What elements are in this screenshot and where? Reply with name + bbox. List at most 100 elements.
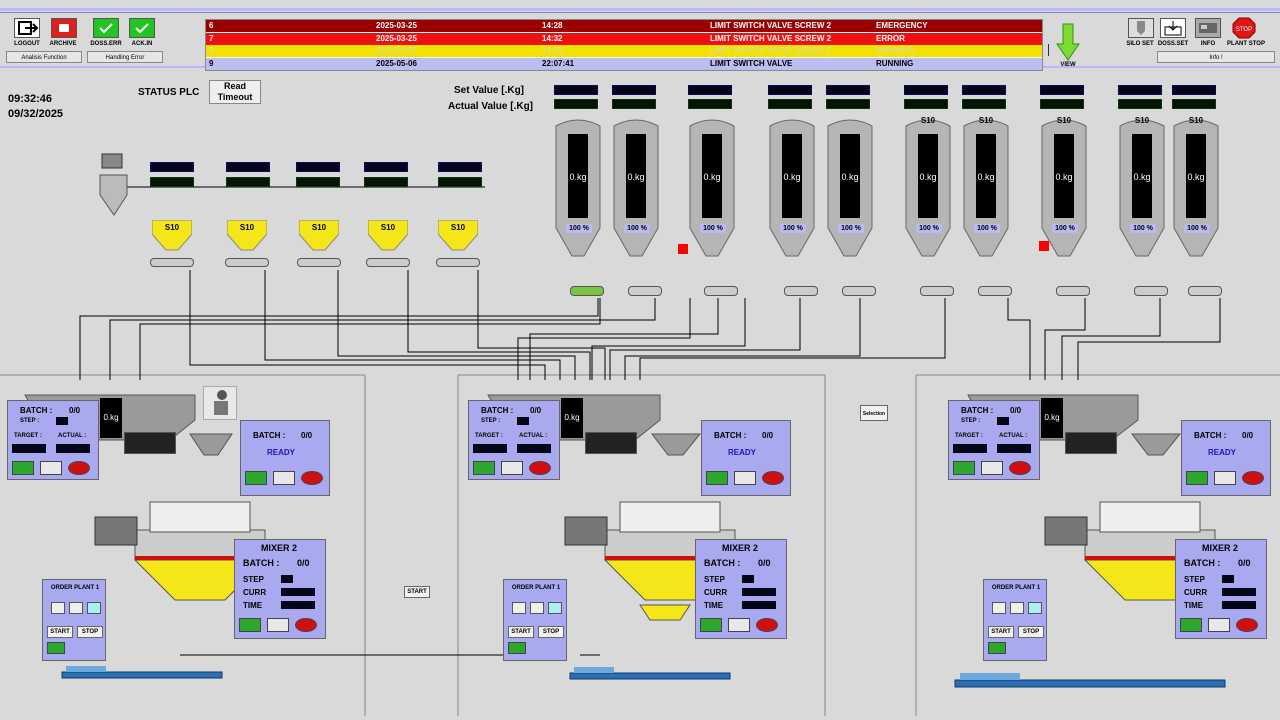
order-confirm-button[interactable]: [988, 642, 1006, 654]
alarm-scrollbar[interactable]: [1048, 44, 1049, 56]
order-confirm-button[interactable]: [508, 642, 526, 654]
order-start-button[interactable]: START: [988, 626, 1014, 638]
silo-set-display: [826, 85, 870, 95]
selection-small-button[interactable]: Selection: [860, 405, 888, 421]
actual-value-display: [438, 177, 482, 187]
silo-kg: 0.kg: [977, 172, 995, 182]
alarm-row[interactable]: 6 2025-03-25 14:28 LIMIT SWITCH VALVE SCREW…: [206, 20, 1042, 32]
alarm-msg: LIMIT SWITCH VALVE: [710, 58, 793, 68]
order-title: ORDER PLANT 1: [50, 585, 100, 591]
silo-set-button[interactable]: [1128, 18, 1154, 38]
order-start-button[interactable]: START: [508, 626, 534, 638]
silo-actual-display: [554, 99, 598, 109]
mixer-start-button[interactable]: [700, 618, 722, 632]
scale-stop-button[interactable]: [68, 461, 90, 475]
weigher-batch-value: 0/0: [1242, 431, 1254, 440]
silo-tag: S10: [1188, 116, 1204, 125]
weigher-manual-button[interactable]: [273, 471, 295, 485]
mixer-manual-button[interactable]: [267, 618, 289, 632]
set-value-display: [226, 162, 270, 172]
mixer-stop-button[interactable]: [756, 618, 778, 632]
mixer-manual-button[interactable]: [1208, 618, 1230, 632]
scale-panel: BATCH : 0/0 STEP : TARGET : ACTUAL :: [948, 400, 1040, 480]
silo: S10 0.kg 100 %: [1118, 116, 1166, 266]
silo: 0.kg 100 %: [826, 116, 874, 266]
weigher-stop-button[interactable]: [301, 471, 323, 485]
doss-set-button[interactable]: [1160, 18, 1186, 38]
alarm-date: 2025-03-25: [376, 21, 417, 30]
scale-step-label: STEP :: [961, 418, 981, 424]
weigher-start-button[interactable]: [245, 471, 267, 485]
scale-start-button[interactable]: [953, 461, 975, 475]
scale-manual-button[interactable]: [501, 461, 523, 475]
silo-set-display: [554, 85, 598, 95]
mixer-stop-button[interactable]: [295, 618, 317, 632]
order-confirm-button[interactable]: [47, 642, 65, 654]
top-border: [0, 8, 1280, 11]
silo-actual-display: [688, 99, 732, 109]
scale-start-button[interactable]: [12, 461, 34, 475]
archive-button[interactable]: [51, 18, 77, 38]
actual-value-display: [226, 177, 270, 187]
order-stop-button[interactable]: STOP: [538, 626, 564, 638]
mixer-time-value: [1222, 601, 1256, 609]
weigher-start-button[interactable]: [706, 471, 728, 485]
mixer-stop-button[interactable]: [1236, 618, 1258, 632]
clock-date: 09/32/2025: [8, 108, 64, 120]
order-stop-button[interactable]: STOP: [1018, 626, 1044, 638]
alarm-row[interactable]: 9 2025-05-06 22:07:41 LIMIT SWITCH VALVE RUN…: [206, 57, 1042, 70]
logout-button[interactable]: [14, 18, 40, 38]
start-small-button[interactable]: START: [404, 586, 430, 598]
order-panel: ORDER PLANT 1 START STOP: [983, 579, 1047, 661]
mixer-time-value: [742, 601, 776, 609]
weigher-status: READY: [267, 448, 296, 457]
status-blue-icon: [1028, 602, 1042, 614]
ack-in-button[interactable]: [129, 18, 155, 38]
screw-conveyor: [1056, 286, 1090, 296]
weigher-stop-button[interactable]: [762, 471, 784, 485]
weigher-manual-button[interactable]: [1214, 471, 1236, 485]
alarm-msg: LIMIT SWITCH VALVE SCREW 2: [710, 46, 832, 55]
scale-step-value: [56, 417, 68, 425]
mixer-start-button[interactable]: [1180, 618, 1202, 632]
scale-manual-button[interactable]: [40, 461, 62, 475]
doss-set-label: DOSS.SET: [1157, 41, 1189, 47]
order-start-button[interactable]: START: [47, 626, 73, 638]
set-value-label: Set Value [.Kg]: [454, 85, 525, 96]
scale-manual-button[interactable]: [981, 461, 1003, 475]
alarm-row[interactable]: 8 2025-03-25 14:32 LIMIT SWITCH VALVE SCREW…: [206, 45, 1042, 57]
mixer-curr-label: CURR: [243, 588, 267, 597]
silo: S10 0.kg 100 %: [1172, 116, 1220, 266]
silo-set-display: [962, 85, 1006, 95]
scale-stop-button[interactable]: [529, 461, 551, 475]
order-stop-button[interactable]: STOP: [77, 626, 103, 638]
phone-icon[interactable]: [512, 602, 526, 614]
weigher-start-button[interactable]: [1186, 471, 1208, 485]
silo-tag: S10: [1056, 116, 1072, 125]
alarm-row[interactable]: 7 2025-03-25 14:32 LIMIT SWITCH VALVE SCREW…: [206, 32, 1042, 45]
mixer-manual-button[interactable]: [728, 618, 750, 632]
weigher-manual-button[interactable]: [734, 471, 756, 485]
mixer-time-label: TIME: [243, 601, 263, 610]
ack-in-label: ACK.IN: [131, 41, 153, 47]
info-button[interactable]: [1195, 18, 1221, 38]
screw-conveyor: [150, 258, 194, 267]
doss-err-button[interactable]: [93, 18, 119, 38]
phone-icon[interactable]: [51, 602, 65, 614]
scale-stop-button[interactable]: [1009, 461, 1031, 475]
scale-actual-label: ACTUAL :: [999, 433, 1028, 439]
silo-kg: 0.kg: [1133, 172, 1151, 182]
scale-start-button[interactable]: [473, 461, 495, 475]
silo-set-display: [1172, 85, 1216, 95]
actual-value-label: Actual Value [.Kg]: [448, 101, 534, 112]
archive-icon: [59, 24, 69, 32]
screw-conveyor: [784, 286, 818, 296]
silo: 0.kg 100 %: [554, 116, 602, 266]
mixer-start-button[interactable]: [239, 618, 261, 632]
weigher-stop-button[interactable]: [1242, 471, 1264, 485]
phone-icon[interactable]: [992, 602, 1006, 614]
mixer-panel: MIXER 2 BATCH : 0/0 STEP CURR TIME: [1175, 539, 1267, 639]
mixer-curr-label: CURR: [1184, 588, 1208, 597]
silo: 0.kg 100 %: [612, 116, 660, 266]
plant-stop-button[interactable]: STOP: [1232, 17, 1256, 39]
